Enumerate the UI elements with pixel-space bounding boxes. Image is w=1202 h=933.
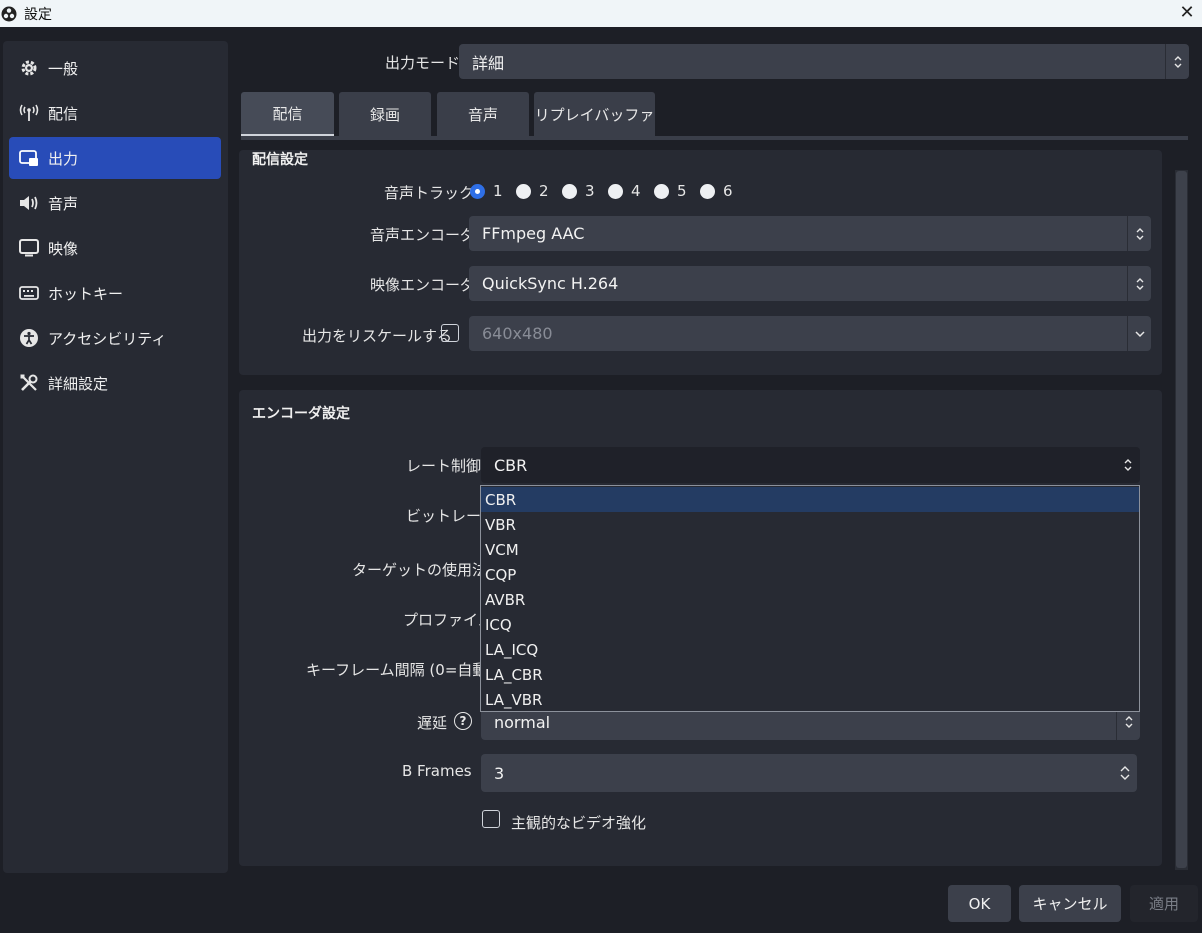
dropdown-option[interactable]: LA_ICQ <box>481 637 1139 662</box>
chevron-down-icon <box>1127 316 1151 351</box>
target-usage-label: ターゲットの使用法 <box>352 561 488 579</box>
updown-arrows-icon <box>1127 216 1151 251</box>
subjective-enhancement-label: 主観的なビデオ強化 <box>511 814 647 832</box>
rate-control-dropdown-list: CBR VBR VCM CQP AVBR ICQ LA_ICQ LA_CBR L… <box>480 485 1140 712</box>
sidebar-item-stream[interactable]: 配信 <box>9 92 221 134</box>
dropdown-option[interactable]: ICQ <box>481 612 1139 637</box>
spin-arrows-icon[interactable] <box>1113 754 1137 792</box>
audio-encoder-select[interactable]: FFmpeg AAC <box>469 216 1151 251</box>
latency-value: normal <box>494 712 551 732</box>
video-encoder-select[interactable]: QuickSync H.264 <box>469 266 1151 301</box>
title-bar: 設定 ✕ <box>0 0 1202 27</box>
antenna-icon <box>19 103 39 123</box>
tab-bar-divider <box>241 136 1188 140</box>
sidebar-item-video[interactable]: 映像 <box>9 227 221 269</box>
output-mode-value: 詳細 <box>472 53 505 73</box>
dropdown-option[interactable]: LA_VBR <box>481 687 1139 712</box>
sidebar-item-label: ホットキー <box>48 284 124 303</box>
audio-track-radio-3[interactable]: 3 <box>562 182 595 200</box>
dropdown-option[interactable]: LA_CBR <box>481 662 1139 687</box>
sidebar-item-general[interactable]: 一般 <box>9 47 221 89</box>
bframes-spinbox[interactable]: 3 <box>481 754 1137 792</box>
output-mode-select[interactable]: 詳細 <box>459 44 1189 79</box>
gear-icon <box>19 58 39 78</box>
video-encoder-value: QuickSync H.264 <box>482 274 619 293</box>
sidebar-item-advanced[interactable]: 詳細設定 <box>9 362 221 404</box>
sidebar-item-output[interactable]: 出力 <box>9 137 221 179</box>
updown-arrows-icon <box>1165 44 1189 79</box>
video-encoder-label: 映像エンコーダ <box>370 276 476 294</box>
tab-replay-buffer[interactable]: リプレイバッファ <box>534 92 655 136</box>
audio-track-radio-5[interactable]: 5 <box>654 182 687 200</box>
dropdown-option[interactable]: CBR <box>481 487 1139 512</box>
sidebar-item-audio[interactable]: 音声 <box>9 182 221 224</box>
output-icon <box>19 148 39 168</box>
updown-arrows-icon <box>1127 266 1151 301</box>
subjective-enhancement-checkbox[interactable] <box>482 810 500 828</box>
rate-control-label: レート制御 <box>406 457 482 475</box>
audio-track-radio-4[interactable]: 4 <box>608 182 641 200</box>
dropdown-option[interactable]: CQP <box>481 562 1139 587</box>
obs-logo-icon <box>1 6 17 21</box>
rate-control-select[interactable]: CBR <box>481 447 1140 483</box>
bframes-label: B Frames <box>402 762 472 780</box>
sidebar-item-label: 音声 <box>48 194 79 213</box>
sidebar-item-label: 一般 <box>48 59 79 78</box>
speaker-icon <box>19 193 39 213</box>
updown-arrows-icon <box>1116 447 1140 483</box>
sidebar-item-label: 映像 <box>48 239 79 258</box>
audio-track-radio-2[interactable]: 2 <box>516 182 549 200</box>
close-icon[interactable]: ✕ <box>1176 1 1198 23</box>
tab-stream[interactable]: 配信 <box>241 92 334 136</box>
bframes-value: 3 <box>494 763 505 783</box>
latency-label: 遅延 <box>417 714 448 732</box>
audio-encoder-value: FFmpeg AAC <box>482 224 585 243</box>
sidebar-item-label: 詳細設定 <box>48 374 109 393</box>
settings-sidebar: 一般 配信 出力 音声 映像 ホットキー アクセシビリティ 詳細設定 <box>3 41 228 873</box>
encoder-settings-title: エンコーダ設定 <box>252 406 350 422</box>
window-title: 設定 <box>24 6 52 23</box>
keyframe-interval-label: キーフレーム間隔 (0=自動) <box>306 661 494 679</box>
sidebar-item-label: 出力 <box>48 149 79 168</box>
rescale-checkbox[interactable] <box>441 324 459 342</box>
help-icon[interactable]: ? <box>454 712 472 730</box>
scrollbar-thumb[interactable] <box>1176 171 1187 868</box>
tab-recording[interactable]: 録画 <box>339 92 431 136</box>
ok-button[interactable]: OK <box>948 885 1011 922</box>
rate-control-value: CBR <box>494 455 528 475</box>
rescale-resolution-select: 640x480 <box>469 316 1151 351</box>
sidebar-item-label: アクセシビリティ <box>48 329 167 348</box>
stream-settings-title: 配信設定 <box>252 152 308 168</box>
output-mode-label: 出力モード <box>385 54 461 72</box>
dropdown-option[interactable]: VCM <box>481 537 1139 562</box>
accessibility-icon <box>19 328 39 348</box>
audio-track-radio-6[interactable]: 6 <box>700 182 733 200</box>
sidebar-item-hotkeys[interactable]: ホットキー <box>9 272 221 314</box>
tools-icon <box>19 373 39 393</box>
sidebar-item-accessibility[interactable]: アクセシビリティ <box>9 317 221 359</box>
tab-audio[interactable]: 音声 <box>437 92 529 136</box>
sidebar-item-label: 配信 <box>48 104 79 123</box>
audio-encoder-label: 音声エンコーダ <box>370 226 476 244</box>
cancel-button[interactable]: キャンセル <box>1019 885 1121 922</box>
apply-button: 適用 <box>1130 885 1198 922</box>
audio-track-label: 音声トラック <box>384 184 475 202</box>
keyboard-icon <box>19 283 39 303</box>
rescale-label: 出力をリスケールする <box>302 327 453 345</box>
dropdown-option[interactable]: AVBR <box>481 587 1139 612</box>
monitor-icon <box>19 238 39 258</box>
audio-track-radio-1[interactable]: 1 <box>470 182 503 200</box>
rescale-resolution-value: 640x480 <box>482 324 553 343</box>
dropdown-option[interactable]: VBR <box>481 512 1139 537</box>
